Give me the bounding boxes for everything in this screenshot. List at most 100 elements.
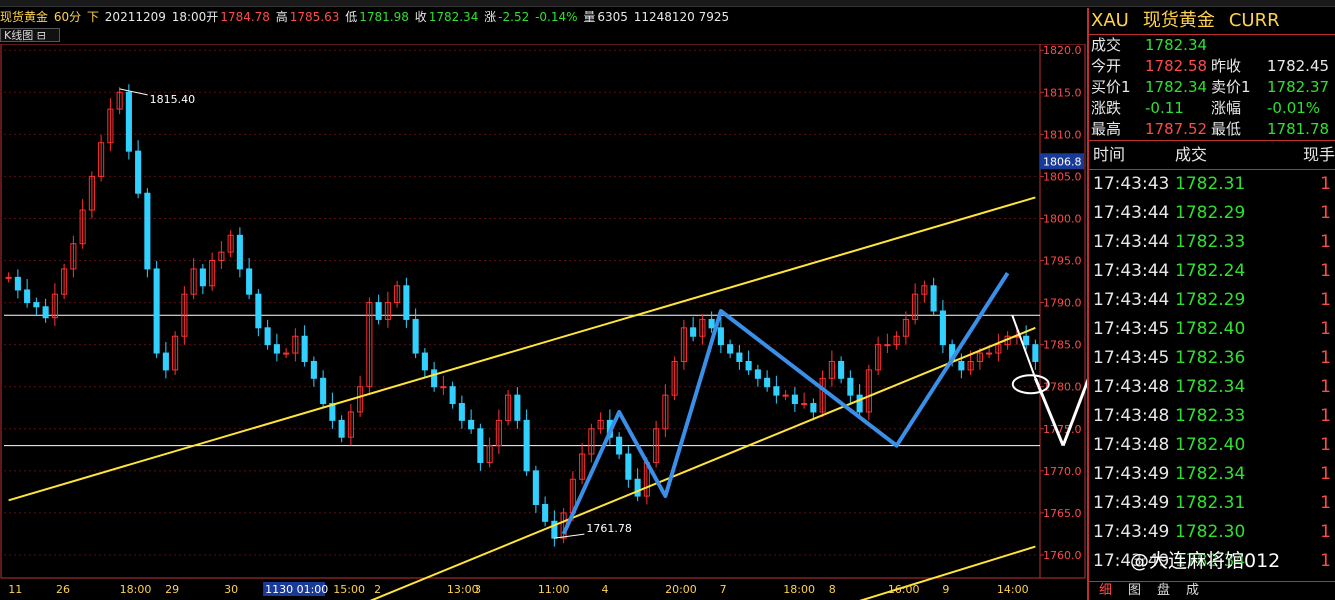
time-label: 14:00 (997, 583, 1029, 596)
high-marker-line (119, 88, 148, 96)
tick-row: 17:43:49 1782.30 1 (1089, 518, 1335, 547)
tick-vol: 1 (1320, 174, 1331, 194)
candle (449, 386, 456, 405)
tick-price: 1782.34 (1175, 464, 1246, 484)
tick-price: 1782.40 (1175, 319, 1246, 339)
low-marker-line (554, 533, 585, 539)
highlow-row: 最高 1787.52 最低 1781.78 (1089, 119, 1335, 140)
candle (153, 268, 160, 354)
sidebar-name: 现货黄金 (1142, 10, 1215, 31)
tick-row: 17:43:48 1782.33 1 (1089, 402, 1335, 431)
tick-row: 17:43:45 1782.40 1 (1089, 315, 1335, 344)
projection-arrow (1011, 314, 1037, 379)
time-label: 20:00 (665, 583, 697, 596)
tick-price: 1782.40 (1175, 435, 1246, 455)
sidebar-title: XAU 现货黄金 CURR (1089, 8, 1335, 35)
tick-vol: 1 (1320, 493, 1331, 513)
last-row: 成交 1782.34 (1089, 35, 1335, 56)
candle (754, 369, 761, 379)
tick-list[interactable]: 17:43:43 1782.31 1 17:43:44 1782.29 1 17:43:44… (1089, 170, 1335, 576)
bar-open: 1784.78 (220, 10, 270, 24)
kline-tab[interactable]: K线图 ⊟ (0, 28, 60, 42)
tick-price: 1782.36 (1175, 348, 1246, 368)
candle (320, 377, 327, 405)
sidebar-tabs: 细图盘成 (1089, 581, 1335, 600)
open-label: 今开 (1091, 57, 1122, 75)
chart-frame (0, 44, 1086, 579)
candle (838, 360, 845, 379)
tick-row: 17:43:44 1782.29 1 (1089, 286, 1335, 315)
quote-info-bar: 现货黄金 60分 下 20211209 18:00开 1784.78 高 1785.… (0, 8, 1086, 26)
candle (421, 352, 428, 371)
tick-price-header: 成交 (1175, 145, 1208, 164)
tab-chart[interactable]: 图 (1128, 583, 1141, 598)
time-label: 18:00 (783, 583, 815, 596)
tick-price: 1782.29 (1175, 290, 1246, 310)
candle (440, 386, 447, 389)
chg-label: 涨跌 (1091, 99, 1122, 117)
candle (958, 360, 965, 371)
open-value: 1782.58 (1145, 57, 1208, 75)
tick-row: 17:43:49 1782.34 1 (1089, 460, 1335, 489)
tick-time: 17:43:49 (1093, 464, 1170, 484)
price-label: 1790.0 (1043, 297, 1082, 310)
volume-label: 量 (583, 10, 596, 24)
tick-time: 17:43:45 (1093, 319, 1170, 339)
tick-vol: 1 (1320, 377, 1331, 397)
candle (199, 268, 206, 287)
tick-time: 17:43:49 (1093, 493, 1170, 513)
candle (264, 327, 271, 346)
candle (477, 428, 484, 463)
candle (625, 453, 632, 480)
candlestick-chart[interactable]: 1820.0 1815.0 1810.0 1805.0 1800.0 1795.0 1790… (0, 44, 1087, 600)
current-price-label: 1806.8 (1043, 155, 1082, 168)
last-value: 1782.34 (1145, 36, 1208, 54)
candle (717, 327, 724, 346)
candle (847, 377, 854, 396)
period[interactable]: 60分 (54, 10, 81, 24)
bidask-row: 买价1 1782.34 卖价1 1782.37 (1089, 77, 1335, 98)
tick-price: 1782.34 (1175, 377, 1246, 397)
price-label: 1775.0 (1043, 423, 1082, 436)
time-label: 1130 01:00 (265, 583, 328, 596)
candle (255, 293, 262, 329)
tab-detail[interactable]: 细 (1099, 583, 1112, 598)
candle (542, 503, 549, 522)
bid-value: 1782.34 (1145, 78, 1208, 96)
tab-trades[interactable]: 成 (1186, 583, 1199, 598)
ask-value: 1782.37 (1267, 78, 1330, 96)
tick-vol: 1 (1320, 551, 1331, 571)
candle (144, 192, 151, 270)
time-label: 26 (56, 583, 70, 596)
price-label: 1785.0 (1043, 339, 1082, 352)
candle (458, 403, 465, 421)
candle (708, 318, 715, 329)
tick-vol: 1 (1320, 435, 1331, 455)
tick-row: 17:43:44 1782.33 1 (1089, 228, 1335, 257)
price-label: 1800.0 (1043, 212, 1082, 225)
price-label: 1770.0 (1043, 465, 1082, 478)
tick-time: 17:43:49 (1093, 522, 1170, 542)
candle (745, 360, 752, 371)
time-label: 9 (942, 583, 949, 596)
candle (24, 289, 31, 304)
candle (634, 478, 641, 497)
tick-vol: 1 (1320, 319, 1331, 339)
candle (616, 436, 623, 455)
candle (764, 377, 771, 388)
time-label: 8 (829, 583, 836, 596)
tick-time: 17:43:43 (1093, 174, 1170, 194)
tab-book[interactable]: 盘 (1157, 583, 1170, 598)
candle (782, 394, 789, 397)
candle (431, 369, 438, 388)
bar-time-open: 18:00开 (171, 10, 219, 24)
chgpct-label: 涨幅 (1211, 99, 1242, 117)
prev-label: 昨收 (1211, 57, 1242, 75)
candle (310, 360, 317, 379)
bar-low: 1781.98 (359, 10, 409, 24)
tick-time: 17:43:48 (1093, 435, 1170, 455)
high-annotation: 1815.40 (150, 93, 196, 106)
time-label: 15:00 (333, 583, 365, 596)
tick-price: 1782.24 (1175, 261, 1246, 281)
bar-extra: 11248120 7925 (633, 10, 730, 24)
